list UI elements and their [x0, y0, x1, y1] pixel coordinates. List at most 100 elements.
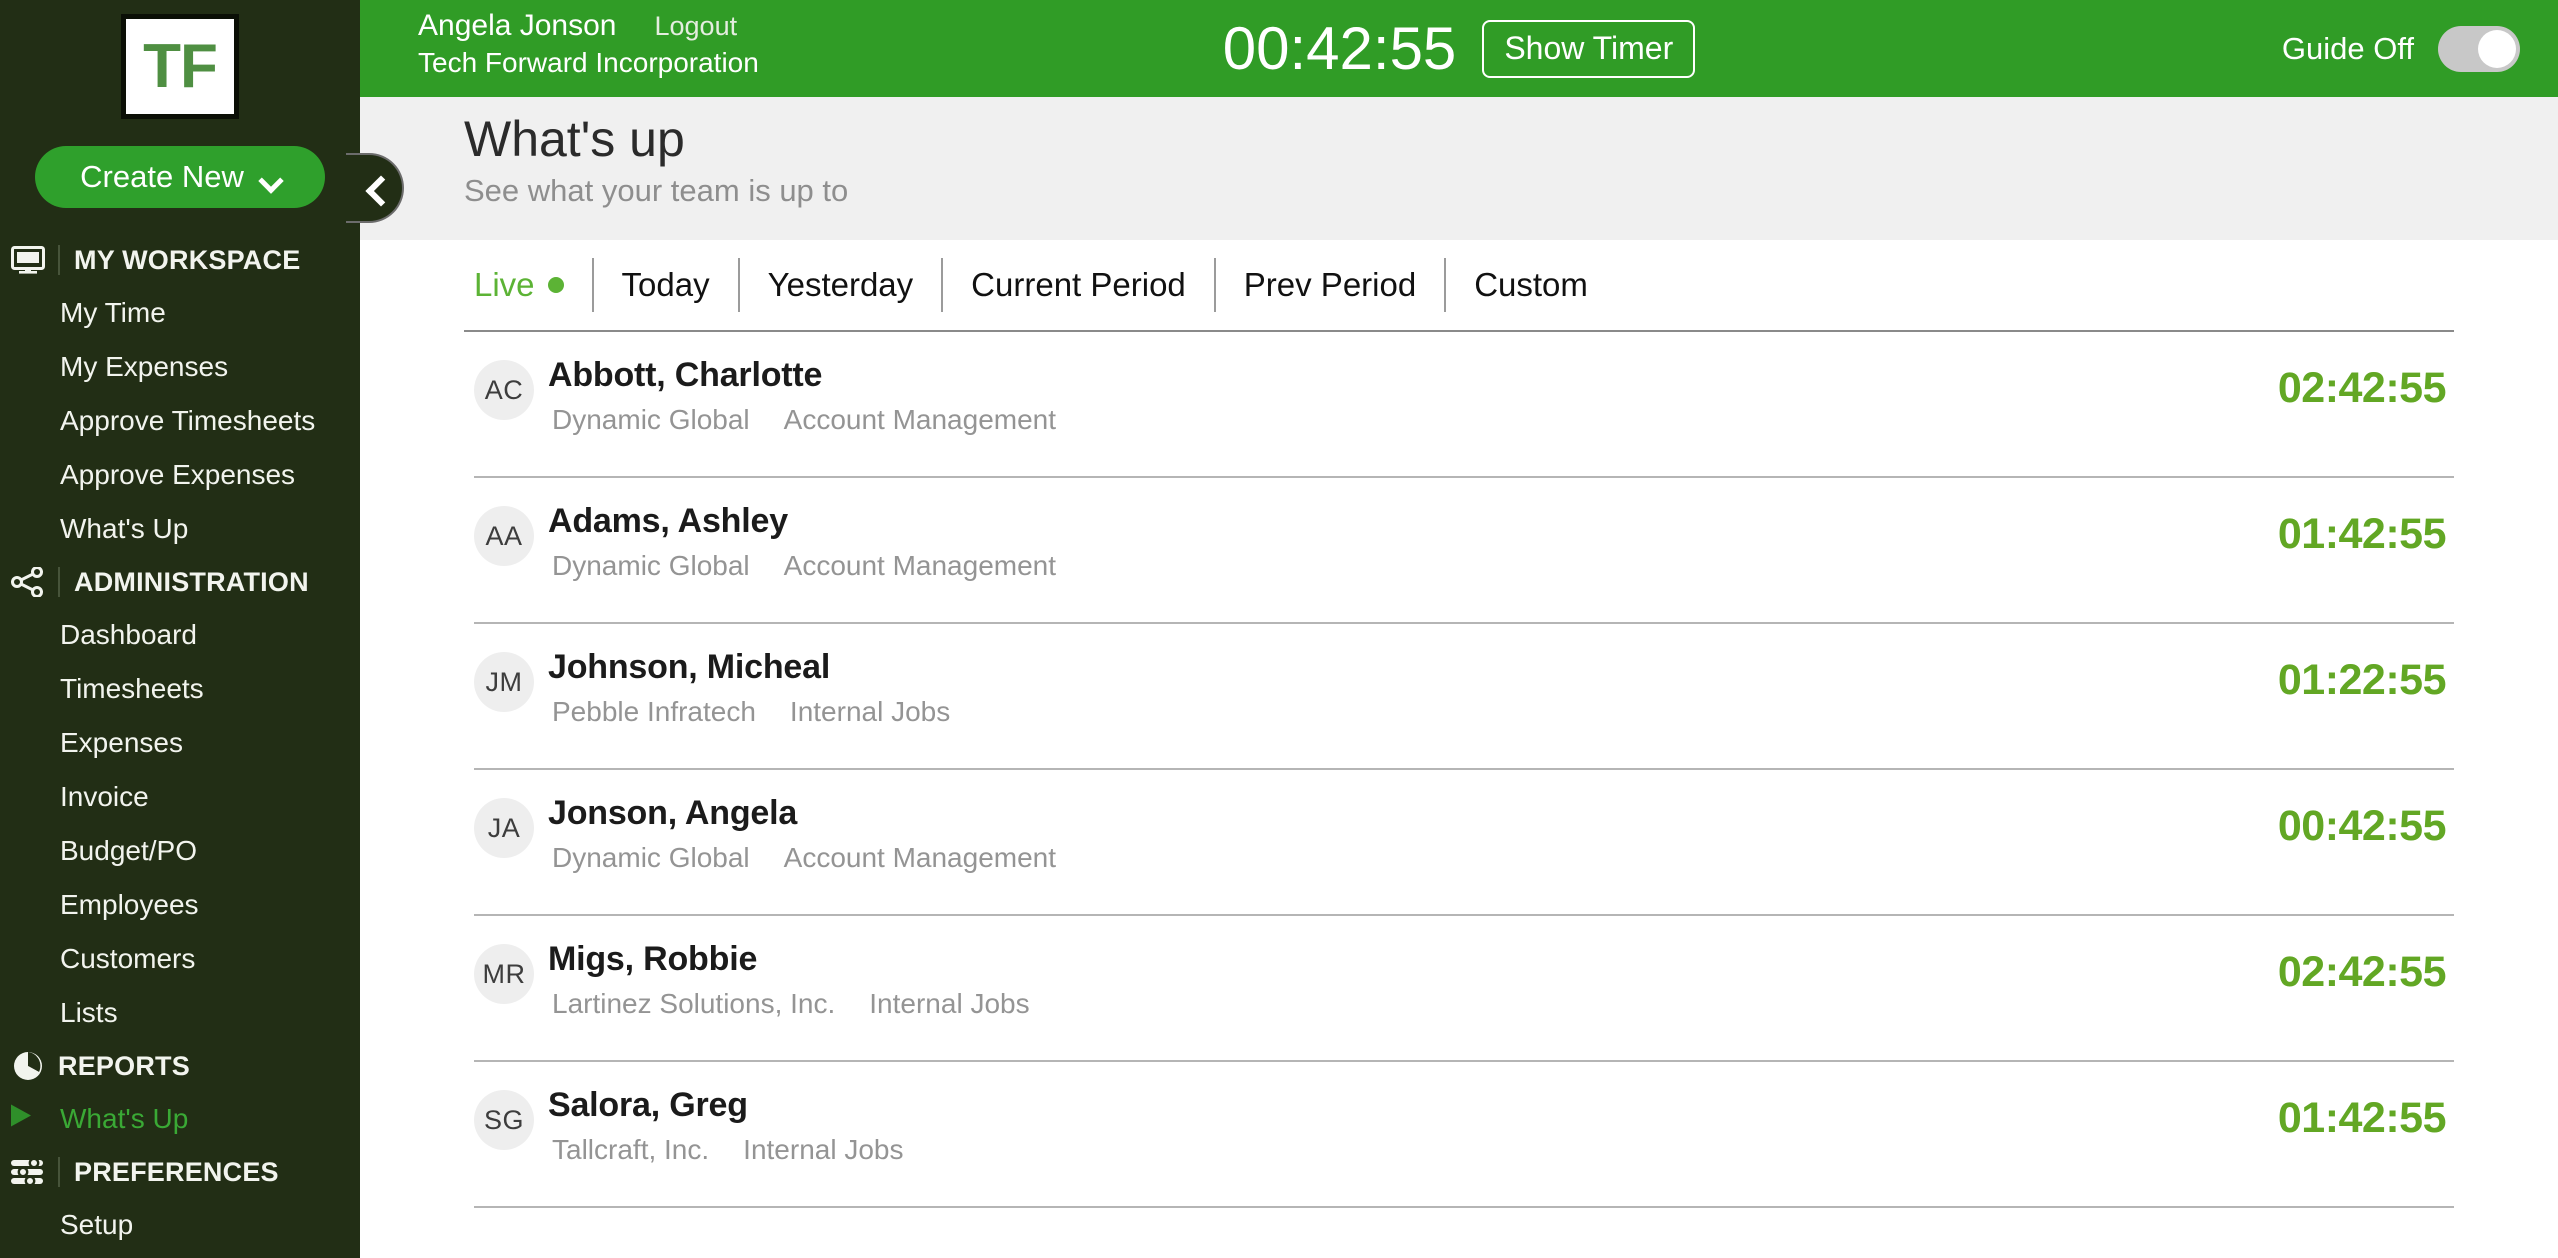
avatar: JA	[474, 798, 534, 858]
row-meta: Pebble Infratech Internal Jobs	[552, 696, 950, 728]
sidebar-item-my-expenses[interactable]: My Expenses	[0, 340, 360, 394]
job-name: Internal Jobs	[789, 696, 951, 728]
section-divider	[58, 245, 60, 275]
job-name: Internal Jobs	[743, 1134, 904, 1166]
play-triangle-icon	[8, 1103, 34, 1136]
table-row[interactable]: JA Jonson, Angela Dynamic Global Account…	[474, 770, 2454, 916]
section-divider	[58, 567, 60, 597]
guide-toggle-block: Guide Off	[2282, 0, 2520, 97]
page-header: What's up See what your team is up to	[360, 97, 2558, 240]
employee-name: Adams, Ashley	[548, 502, 788, 540]
avatar: JM	[474, 652, 534, 712]
monitor-icon	[8, 242, 48, 278]
tab-custom[interactable]: Custom	[1446, 266, 1616, 304]
sidebar-section-reports[interactable]: REPORTS	[0, 1040, 360, 1092]
customer-name: Dynamic Global	[552, 550, 750, 582]
app-logo[interactable]: TF	[121, 14, 239, 119]
job-name: Account Management	[783, 550, 1057, 582]
show-timer-button[interactable]: Show Timer	[1482, 19, 1696, 78]
sidebar-item-approve-expenses[interactable]: Approve Expenses	[0, 448, 360, 502]
top-bar: Angela Jonson Logout Tech Forward Incorp…	[360, 0, 2558, 97]
tab-label: Live	[474, 266, 535, 303]
tab-today[interactable]: Today	[594, 266, 738, 304]
table-row[interactable]: MR Migs, Robbie Lartinez Solutions, Inc.…	[474, 916, 2454, 1062]
sidebar-item-approve-timesheets[interactable]: Approve Timesheets	[0, 394, 360, 448]
sidebar-item-customers[interactable]: Customers	[0, 932, 360, 986]
row-meta: Lartinez Solutions, Inc. Internal Jobs	[552, 988, 1030, 1020]
activity-list: AC Abbott, Charlotte Dynamic Global Acco…	[464, 332, 2454, 1208]
elapsed-time: 02:42:55	[2277, 364, 2447, 412]
employee-name: Johnson, Micheal	[548, 648, 831, 686]
main-region: Angela Jonson Logout Tech Forward Incorp…	[360, 0, 2558, 1258]
avatar: SG	[474, 1090, 534, 1150]
sidebar-item-label: What's Up	[60, 1103, 189, 1134]
sidebar-section-my-workspace[interactable]: MY WORKSPACE	[0, 234, 360, 286]
global-timer-value: 00:42:55	[1222, 14, 1457, 82]
elapsed-time: 01:42:55	[2277, 1094, 2447, 1142]
table-row[interactable]: SG Salora, Greg Tallcraft, Inc. Internal…	[474, 1062, 2454, 1208]
share-nodes-icon	[8, 564, 48, 600]
row-main: Salora, Greg Tallcraft, Inc. Internal Jo…	[548, 1086, 904, 1166]
row-main: Abbott, Charlotte Dynamic Global Account…	[548, 356, 1056, 436]
guide-toggle-switch[interactable]	[2438, 25, 2520, 72]
employee-name: Abbott, Charlotte	[548, 356, 823, 394]
page-content: Live Today Yesterday Current Period Prev…	[360, 240, 2558, 1208]
tab-live[interactable]: Live	[474, 266, 592, 304]
row-main: Adams, Ashley Dynamic Global Account Man…	[548, 502, 1056, 582]
user-info-block: Angela Jonson Logout Tech Forward Incorp…	[418, 9, 759, 79]
sidebar-item-timesheets[interactable]: Timesheets	[0, 662, 360, 716]
elapsed-time: 02:42:55	[2277, 948, 2447, 996]
elapsed-time: 00:42:55	[2277, 802, 2447, 850]
customer-name: Lartinez Solutions, Inc.	[552, 988, 836, 1020]
create-new-button[interactable]: Create New	[35, 146, 325, 208]
sidebar-item-whats-up-workspace[interactable]: What's Up	[0, 502, 360, 556]
guide-toggle-label: Guide Off	[2281, 30, 2414, 66]
pie-chart-icon	[8, 1048, 48, 1084]
sidebar-section-preferences[interactable]: PREFERENCES	[0, 1146, 360, 1198]
create-new-label: Create New	[80, 159, 244, 194]
sidebar-item-lists[interactable]: Lists	[0, 986, 360, 1040]
customer-name: Dynamic Global	[552, 404, 750, 436]
sidebar-item-my-time[interactable]: My Time	[0, 286, 360, 340]
sidebar-section-administration[interactable]: ADMINISTRATION	[0, 556, 360, 608]
sidebar-item-invoice[interactable]: Invoice	[0, 770, 360, 824]
logout-link[interactable]: Logout	[655, 11, 738, 42]
sidebar-section-label: PREFERENCES	[74, 1156, 279, 1187]
elapsed-time: 01:22:55	[2277, 656, 2447, 704]
tab-yesterday[interactable]: Yesterday	[740, 266, 942, 304]
toggle-knob	[2478, 29, 2516, 68]
chevron-down-icon	[260, 172, 280, 183]
app-root: TF Create New MY WORKSPACE My Time My Ex…	[0, 0, 2558, 1258]
employee-name: Migs, Robbie	[548, 940, 758, 978]
tab-prev-period[interactable]: Prev Period	[1216, 266, 1444, 304]
logo-text: TF	[143, 31, 218, 101]
user-line: Angela Jonson Logout	[418, 9, 759, 43]
avatar: AA	[474, 506, 534, 566]
tab-current-period[interactable]: Current Period	[943, 266, 1214, 304]
table-row[interactable]: AA Adams, Ashley Dynamic Global Account …	[474, 478, 2454, 624]
job-name: Account Management	[783, 842, 1057, 874]
table-row[interactable]: JM Johnson, Micheal Pebble Infratech Int…	[474, 624, 2454, 770]
job-name: Internal Jobs	[869, 988, 1030, 1020]
elapsed-time: 01:42:55	[2277, 510, 2447, 558]
sidebar: TF Create New MY WORKSPACE My Time My Ex…	[0, 0, 360, 1258]
page-subtitle: See what your team is up to	[464, 173, 849, 208]
sidebar-item-employees[interactable]: Employees	[0, 878, 360, 932]
sidebar-item-expenses[interactable]: Expenses	[0, 716, 360, 770]
period-tabs: Live Today Yesterday Current Period Prev…	[464, 240, 2454, 332]
sidebar-item-setup[interactable]: Setup	[0, 1198, 360, 1252]
page-title: What's up	[464, 111, 685, 167]
chevron-left-icon	[366, 180, 382, 196]
row-main: Jonson, Angela Dynamic Global Account Ma…	[548, 794, 1056, 874]
table-row[interactable]: AC Abbott, Charlotte Dynamic Global Acco…	[474, 332, 2454, 478]
section-divider	[58, 1157, 60, 1187]
sidebar-item-whats-up-reports[interactable]: What's Up	[0, 1092, 360, 1146]
sidebar-nav: MY WORKSPACE My Time My Expenses Approve…	[0, 234, 360, 1252]
customer-name: Pebble Infratech	[552, 696, 756, 728]
sidebar-item-budget-po[interactable]: Budget/PO	[0, 824, 360, 878]
sidebar-section-label: ADMINISTRATION	[74, 566, 309, 597]
row-main: Johnson, Micheal Pebble Infratech Intern…	[548, 648, 950, 728]
sidebar-section-label: REPORTS	[58, 1050, 190, 1081]
row-meta: Dynamic Global Account Management	[552, 404, 1056, 436]
sidebar-item-dashboard[interactable]: Dashboard	[0, 608, 360, 662]
